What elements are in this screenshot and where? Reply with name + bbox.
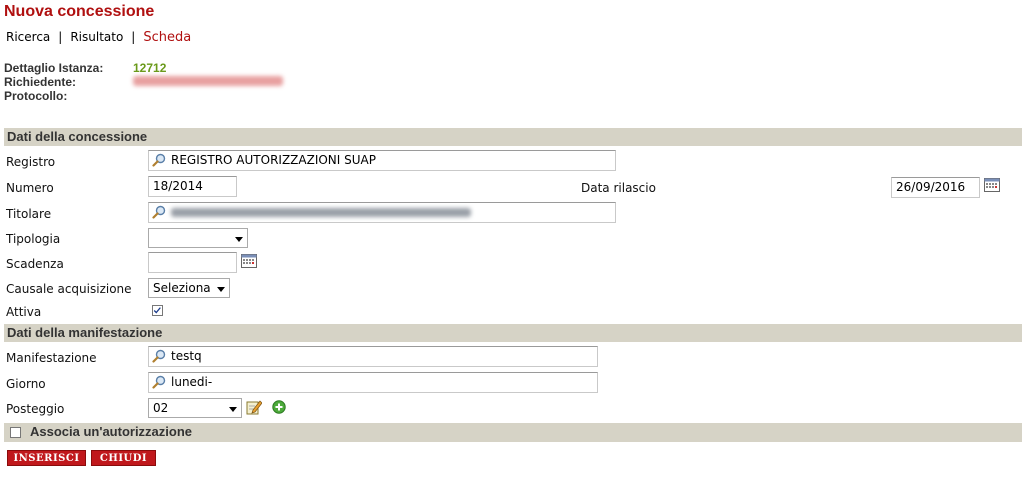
registro-field[interactable]: REGISTRO AUTORIZZAZIONI SUAP	[148, 150, 616, 171]
posteggio-value: 02	[153, 401, 169, 415]
autorizzazione-label: Associa un'autorizzazione	[30, 424, 193, 439]
breadcrumb-risultato[interactable]: Risultato	[70, 30, 123, 44]
data-rilascio-label: Data rilascio	[581, 181, 656, 195]
posteggio-select[interactable]: 02	[148, 398, 242, 418]
scadenza-label: Scadenza	[6, 257, 64, 271]
titolare-redacted	[171, 208, 471, 217]
registro-label: Registro	[6, 155, 56, 169]
breadcrumb-separator: |	[131, 30, 136, 44]
chiudi-button[interactable]: CHIUDI	[91, 450, 156, 466]
magnifier-icon[interactable]	[152, 205, 166, 219]
magnifier-icon[interactable]	[152, 349, 166, 363]
protocollo-label: Protocollo:	[4, 89, 68, 103]
numero-input[interactable]: 18/2014	[148, 176, 237, 197]
scadenza-input[interactable]	[148, 252, 237, 273]
add-icon[interactable]	[272, 400, 286, 414]
associa-autorizzazione-checkbox[interactable]	[10, 427, 21, 438]
titolare-field[interactable]	[148, 202, 616, 223]
chevron-down-icon	[217, 287, 225, 292]
manifestazione-field[interactable]: testq	[148, 346, 598, 367]
calendar-icon[interactable]	[984, 178, 1000, 192]
chevron-down-icon	[235, 237, 243, 242]
manifestazione-value: testq	[171, 349, 202, 363]
istanza-label: Dettaglio Istanza:	[4, 61, 104, 75]
registro-value: REGISTRO AUTORIZZAZIONI SUAP	[171, 153, 376, 167]
causale-select[interactable]: Seleziona	[148, 278, 230, 298]
detail-labels: Dettaglio Istanza: Richiedente: Protocol…	[4, 61, 103, 103]
tipologia-select[interactable]	[148, 228, 248, 248]
section-concessione: Dati della concessione	[4, 128, 1022, 146]
istanza-value: 12712	[133, 61, 167, 75]
magnifier-icon[interactable]	[152, 153, 166, 167]
giorno-field[interactable]: lunedi-	[148, 372, 598, 393]
posteggio-label: Posteggio	[6, 402, 65, 416]
breadcrumb-separator: |	[58, 30, 63, 44]
breadcrumb: Ricerca | Risultato | Scheda	[6, 30, 191, 45]
check-icon	[153, 307, 161, 314]
chevron-down-icon	[229, 407, 237, 412]
breadcrumb-ricerca[interactable]: Ricerca	[6, 30, 50, 44]
section-autorizzazione: Associa un'autorizzazione	[4, 423, 1022, 442]
titolare-label: Titolare	[6, 207, 52, 221]
edit-icon[interactable]	[246, 399, 262, 415]
causale-label: Causale acquisizione	[6, 282, 132, 296]
giorno-value: lunedi-	[171, 375, 213, 389]
manifestazione-label: Manifestazione	[6, 351, 97, 365]
attiva-checkbox[interactable]	[152, 305, 163, 316]
calendar-icon[interactable]	[241, 254, 257, 268]
richiedente-redacted	[133, 76, 283, 86]
giorno-label: Giorno	[6, 377, 46, 391]
breadcrumb-scheda[interactable]: Scheda	[143, 30, 191, 45]
tipologia-label: Tipologia	[6, 232, 61, 246]
section-manifestazione: Dati della manifestazione	[4, 324, 1022, 342]
inserisci-button[interactable]: INSERISCI	[7, 450, 86, 466]
attiva-label: Attiva	[6, 305, 42, 319]
data-rilascio-input[interactable]: 26/09/2016	[891, 177, 980, 198]
page-title: Nuova concessione	[4, 3, 155, 20]
numero-label: Numero	[6, 181, 54, 195]
magnifier-icon[interactable]	[152, 375, 166, 389]
richiedente-label: Richiedente:	[4, 75, 77, 89]
causale-value: Seleziona	[153, 281, 211, 295]
